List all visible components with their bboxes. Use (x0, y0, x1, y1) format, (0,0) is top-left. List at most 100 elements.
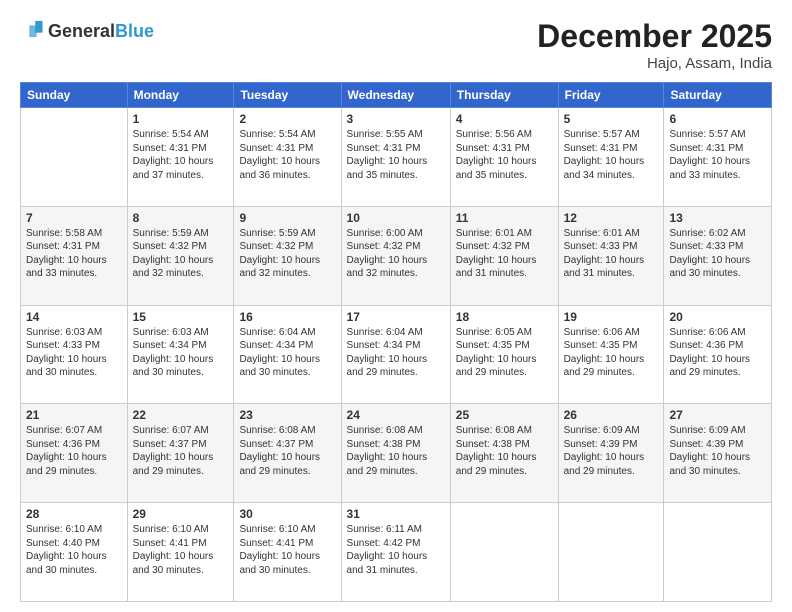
calendar-cell: 5 Sunrise: 5:57 AM Sunset: 4:31 PM Daylig… (558, 108, 664, 207)
calendar-cell: 18 Sunrise: 6:05 AM Sunset: 4:35 PM Dayli… (450, 305, 558, 404)
day-number: 31 (347, 507, 445, 521)
day-info: Sunrise: 5:56 AM Sunset: 4:31 PM Dayligh… (456, 128, 553, 182)
calendar-cell: 25 Sunrise: 6:08 AM Sunset: 4:38 PM Dayli… (450, 404, 558, 503)
day-number: 20 (669, 310, 766, 324)
day-info: Sunrise: 6:06 AM Sunset: 4:35 PM Dayligh… (564, 326, 659, 380)
day-number: 28 (26, 507, 122, 521)
day-number: 14 (26, 310, 122, 324)
calendar-week-row: 14 Sunrise: 6:03 AM Sunset: 4:33 PM Dayli… (21, 305, 772, 404)
day-info: Sunrise: 6:05 AM Sunset: 4:35 PM Dayligh… (456, 326, 553, 380)
col-header-tuesday: Tuesday (234, 83, 341, 108)
day-number: 11 (456, 211, 553, 225)
day-info: Sunrise: 5:55 AM Sunset: 4:31 PM Dayligh… (347, 128, 445, 182)
day-number: 5 (564, 112, 659, 126)
col-header-friday: Friday (558, 83, 664, 108)
day-info: Sunrise: 6:10 AM Sunset: 4:40 PM Dayligh… (26, 523, 122, 577)
calendar-table: SundayMondayTuesdayWednesdayThursdayFrid… (20, 82, 772, 602)
calendar-cell (21, 108, 128, 207)
day-number: 1 (133, 112, 229, 126)
header: GeneralBlue December 2025 Hajo, Assam, I… (20, 18, 772, 72)
month-title: December 2025 (537, 18, 772, 55)
col-header-sunday: Sunday (21, 83, 128, 108)
calendar-cell: 9 Sunrise: 5:59 AM Sunset: 4:32 PM Daylig… (234, 206, 341, 305)
calendar-cell (558, 503, 664, 602)
logo-icon (22, 18, 44, 40)
col-header-thursday: Thursday (450, 83, 558, 108)
day-number: 19 (564, 310, 659, 324)
day-info: Sunrise: 6:00 AM Sunset: 4:32 PM Dayligh… (347, 227, 445, 281)
calendar-cell: 13 Sunrise: 6:02 AM Sunset: 4:33 PM Dayli… (664, 206, 772, 305)
day-number: 13 (669, 211, 766, 225)
day-number: 18 (456, 310, 553, 324)
day-number: 25 (456, 408, 553, 422)
day-info: Sunrise: 6:07 AM Sunset: 4:36 PM Dayligh… (26, 424, 122, 478)
day-number: 29 (133, 507, 229, 521)
day-number: 6 (669, 112, 766, 126)
day-info: Sunrise: 6:03 AM Sunset: 4:33 PM Dayligh… (26, 326, 122, 380)
calendar-cell: 29 Sunrise: 6:10 AM Sunset: 4:41 PM Dayli… (127, 503, 234, 602)
day-info: Sunrise: 6:10 AM Sunset: 4:41 PM Dayligh… (239, 523, 335, 577)
day-info: Sunrise: 6:09 AM Sunset: 4:39 PM Dayligh… (669, 424, 766, 478)
day-number: 4 (456, 112, 553, 126)
calendar-cell: 24Sunrise: 6:08 AM Sunset: 4:38 PM Dayli… (341, 404, 450, 503)
calendar-cell: 3 Sunrise: 5:55 AM Sunset: 4:31 PM Daylig… (341, 108, 450, 207)
calendar-cell: 7Sunrise: 5:58 AM Sunset: 4:31 PM Daylig… (21, 206, 128, 305)
calendar-cell (664, 503, 772, 602)
day-info: Sunrise: 5:58 AM Sunset: 4:31 PM Dayligh… (26, 227, 122, 281)
calendar-cell: 4 Sunrise: 5:56 AM Sunset: 4:31 PM Daylig… (450, 108, 558, 207)
day-number: 12 (564, 211, 659, 225)
logo-blue: Blue (115, 21, 154, 41)
calendar-week-row: 1 Sunrise: 5:54 AM Sunset: 4:31 PM Daylig… (21, 108, 772, 207)
day-info: Sunrise: 5:59 AM Sunset: 4:32 PM Dayligh… (133, 227, 229, 281)
col-header-saturday: Saturday (664, 83, 772, 108)
day-info: Sunrise: 6:03 AM Sunset: 4:34 PM Dayligh… (133, 326, 229, 380)
calendar-cell: 22 Sunrise: 6:07 AM Sunset: 4:37 PM Dayli… (127, 404, 234, 503)
day-number: 21 (26, 408, 122, 422)
day-info: Sunrise: 5:54 AM Sunset: 4:31 PM Dayligh… (239, 128, 335, 182)
day-info: Sunrise: 6:08 AM Sunset: 4:37 PM Dayligh… (239, 424, 335, 478)
day-info: Sunrise: 5:57 AM Sunset: 4:31 PM Dayligh… (564, 128, 659, 182)
col-header-wednesday: Wednesday (341, 83, 450, 108)
calendar-week-row: 21 Sunrise: 6:07 AM Sunset: 4:36 PM Dayli… (21, 404, 772, 503)
day-number: 15 (133, 310, 229, 324)
calendar-cell: 30 Sunrise: 6:10 AM Sunset: 4:41 PM Dayli… (234, 503, 341, 602)
day-number: 9 (239, 211, 335, 225)
day-info: Sunrise: 6:02 AM Sunset: 4:33 PM Dayligh… (669, 227, 766, 281)
calendar-cell: 27Sunrise: 6:09 AM Sunset: 4:39 PM Dayli… (664, 404, 772, 503)
calendar-cell: 2 Sunrise: 5:54 AM Sunset: 4:31 PM Daylig… (234, 108, 341, 207)
day-number: 17 (347, 310, 445, 324)
page: GeneralBlue December 2025 Hajo, Assam, I… (0, 0, 792, 612)
day-info: Sunrise: 6:11 AM Sunset: 4:42 PM Dayligh… (347, 523, 445, 577)
calendar-cell: 23 Sunrise: 6:08 AM Sunset: 4:37 PM Dayli… (234, 404, 341, 503)
calendar-cell: 31 Sunrise: 6:11 AM Sunset: 4:42 PM Dayli… (341, 503, 450, 602)
day-info: Sunrise: 6:01 AM Sunset: 4:32 PM Dayligh… (456, 227, 553, 281)
calendar-cell: 21 Sunrise: 6:07 AM Sunset: 4:36 PM Dayli… (21, 404, 128, 503)
calendar-cell: 20Sunrise: 6:06 AM Sunset: 4:36 PM Dayli… (664, 305, 772, 404)
location-title: Hajo, Assam, India (537, 55, 772, 72)
day-info: Sunrise: 5:54 AM Sunset: 4:31 PM Dayligh… (133, 128, 229, 182)
calendar-cell: 10Sunrise: 6:00 AM Sunset: 4:32 PM Dayli… (341, 206, 450, 305)
calendar-cell: 28 Sunrise: 6:10 AM Sunset: 4:40 PM Dayli… (21, 503, 128, 602)
calendar-week-row: 28 Sunrise: 6:10 AM Sunset: 4:40 PM Dayli… (21, 503, 772, 602)
day-number: 22 (133, 408, 229, 422)
day-info: Sunrise: 6:08 AM Sunset: 4:38 PM Dayligh… (456, 424, 553, 478)
day-number: 26 (564, 408, 659, 422)
day-number: 8 (133, 211, 229, 225)
day-number: 2 (239, 112, 335, 126)
calendar-cell: 6Sunrise: 5:57 AM Sunset: 4:31 PM Daylig… (664, 108, 772, 207)
day-info: Sunrise: 6:10 AM Sunset: 4:41 PM Dayligh… (133, 523, 229, 577)
day-number: 3 (347, 112, 445, 126)
day-number: 24 (347, 408, 445, 422)
day-info: Sunrise: 6:01 AM Sunset: 4:33 PM Dayligh… (564, 227, 659, 281)
day-info: Sunrise: 5:59 AM Sunset: 4:32 PM Dayligh… (239, 227, 335, 281)
day-number: 16 (239, 310, 335, 324)
day-info: Sunrise: 6:07 AM Sunset: 4:37 PM Dayligh… (133, 424, 229, 478)
calendar-cell: 15 Sunrise: 6:03 AM Sunset: 4:34 PM Dayli… (127, 305, 234, 404)
day-number: 23 (239, 408, 335, 422)
day-info: Sunrise: 6:04 AM Sunset: 4:34 PM Dayligh… (347, 326, 445, 380)
day-info: Sunrise: 6:04 AM Sunset: 4:34 PM Dayligh… (239, 326, 335, 380)
calendar-cell: 8 Sunrise: 5:59 AM Sunset: 4:32 PM Daylig… (127, 206, 234, 305)
day-number: 30 (239, 507, 335, 521)
calendar-cell: 11 Sunrise: 6:01 AM Sunset: 4:32 PM Dayli… (450, 206, 558, 305)
logo: GeneralBlue (20, 18, 154, 45)
